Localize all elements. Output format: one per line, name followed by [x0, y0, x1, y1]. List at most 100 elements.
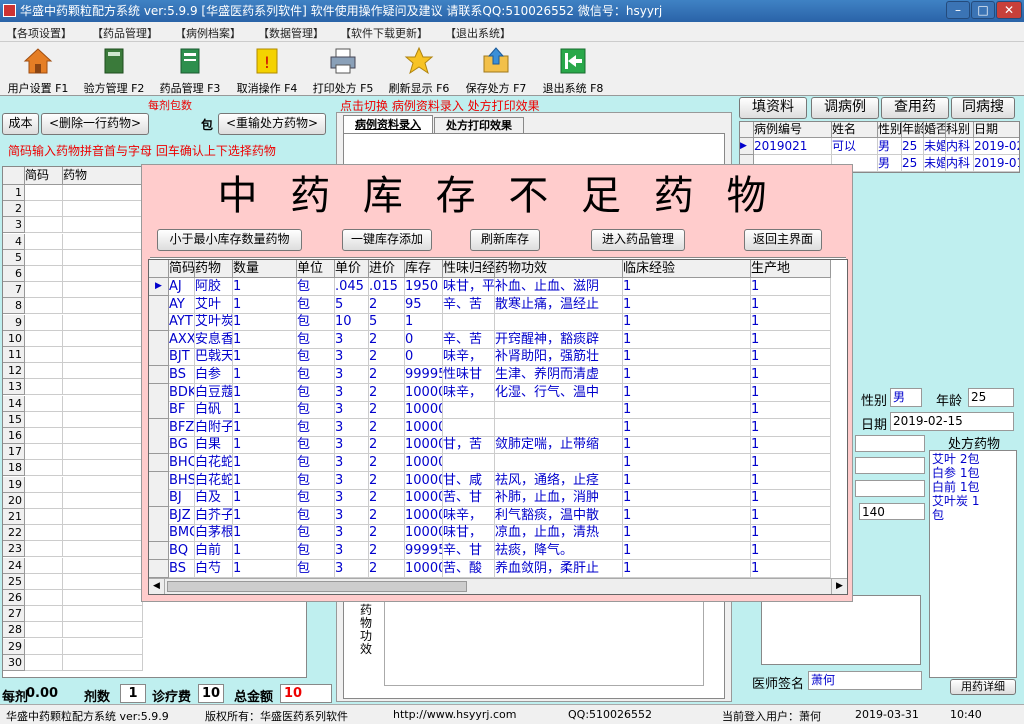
stock-cell[interactable]: 2	[369, 295, 405, 314]
tab-print-preview[interactable]: 处方打印效果	[434, 117, 524, 133]
code-cell[interactable]	[25, 379, 63, 396]
stock-cell[interactable]: 包	[297, 559, 335, 578]
stock-cell[interactable]: 1	[751, 559, 831, 578]
stock-cell[interactable]: 阿胶	[195, 278, 233, 296]
stock-cell[interactable]: 味甘，平	[443, 278, 495, 296]
code-cell[interactable]	[25, 428, 63, 444]
stock-cell[interactable]: 5	[369, 313, 405, 332]
stock-cell[interactable]: 白豆蔻	[195, 383, 233, 402]
code-cell[interactable]	[25, 233, 63, 250]
stock-cell[interactable]: 2	[369, 418, 405, 437]
stock-cell[interactable]: 2	[369, 471, 405, 490]
stock-cell[interactable]	[443, 401, 495, 420]
stock-cell[interactable]: 包	[297, 348, 335, 367]
code-cell[interactable]	[25, 541, 63, 558]
code-cell[interactable]	[25, 638, 63, 655]
prescription-management-button[interactable]: 验方管理 F2	[80, 44, 148, 95]
drug-cell[interactable]	[63, 201, 143, 218]
stock-cell[interactable]: 1	[623, 524, 751, 543]
case-cell[interactable]: 2019-02	[974, 138, 1019, 155]
stock-cell[interactable]: 1	[623, 330, 751, 349]
stock-cell[interactable]: 1	[233, 542, 297, 560]
stock-cell[interactable]: 辛、苦	[443, 330, 495, 349]
code-cell[interactable]	[25, 185, 63, 201]
stock-cell[interactable]: 1	[233, 366, 297, 384]
stock-cell[interactable]: 1	[751, 330, 831, 349]
stock-cell[interactable]: 包	[297, 313, 335, 332]
stock-cell[interactable]: .015	[369, 278, 405, 296]
stock-cell[interactable]: BS	[169, 366, 195, 384]
stock-cell[interactable]: 味甘，	[443, 524, 495, 543]
drug-cell[interactable]	[63, 314, 143, 331]
stock-cell[interactable]: 包	[297, 418, 335, 437]
stock-cell[interactable]: 祛痰，降气。	[495, 542, 623, 560]
close-button[interactable]: ✕	[996, 1, 1022, 19]
stock-cell[interactable]	[495, 313, 623, 332]
stock-cell[interactable]: 艾叶炭	[195, 313, 233, 332]
stock-cell[interactable]: 2	[369, 383, 405, 402]
reload-prescription-button[interactable]: <重输处方药物>	[218, 113, 326, 135]
stock-cell[interactable]: 性味甘	[443, 366, 495, 384]
stock-cell[interactable]: 白附子	[195, 418, 233, 437]
cancel-operation-button[interactable]: ! 取消操作 F4	[232, 44, 302, 95]
stock-cell[interactable]: 1	[751, 489, 831, 508]
drug-cell[interactable]	[63, 525, 143, 542]
stock-cell[interactable]: 10000	[405, 418, 443, 437]
stock-cell[interactable]: BHS	[169, 471, 195, 490]
stock-cell[interactable]: 10000	[405, 401, 443, 420]
stock-cell[interactable]: 包	[297, 383, 335, 402]
stock-cell[interactable]: BG	[169, 436, 195, 455]
stock-cell[interactable]: 1	[623, 383, 751, 402]
stock-cell[interactable]: 2	[369, 401, 405, 420]
stock-cell[interactable]: 99995	[405, 542, 443, 560]
stock-cell[interactable]: 祛风，通络，止痉	[495, 471, 623, 490]
stock-cell[interactable]: 10000	[405, 559, 443, 578]
weight-field[interactable]: 140	[859, 503, 925, 520]
cost-button[interactable]: 成本	[2, 113, 39, 135]
stock-cell[interactable]	[443, 313, 495, 332]
stock-cell[interactable]: 包	[297, 471, 335, 490]
stock-cell[interactable]: 2	[369, 489, 405, 508]
drug-cell[interactable]	[63, 266, 143, 282]
stock-cell[interactable]: BHC	[169, 454, 195, 472]
stock-cell[interactable]: 1	[233, 559, 297, 578]
load-case-button[interactable]: 调病例	[811, 97, 879, 119]
menu-settings[interactable]: 【各项设置】	[6, 25, 72, 41]
stock-cell[interactable]: 1	[623, 471, 751, 490]
code-cell[interactable]	[25, 525, 63, 542]
stock-cell[interactable]: 1	[233, 295, 297, 314]
code-cell[interactable]	[25, 509, 63, 525]
code-cell[interactable]	[25, 330, 63, 347]
stock-cell[interactable]: 1	[751, 506, 831, 525]
case-cell[interactable]: 男	[878, 138, 902, 155]
stock-cell[interactable]: 2	[369, 348, 405, 367]
stock-cell[interactable]: 白花蛇	[195, 471, 233, 490]
stock-cell[interactable]: 1	[623, 295, 751, 314]
low-stock-grid[interactable]: 简码 药物 数量 单位 单价 进价 库存 性味归经 药物功效 临床经验 生产地 ▶ AJ 阿胶 1 包 .045…	[148, 259, 848, 595]
maximize-button[interactable]: □	[971, 1, 995, 19]
scroll-left-arrow-icon[interactable]: ◀	[149, 579, 165, 594]
stock-cell[interactable]: 1	[233, 401, 297, 420]
case-cell[interactable]: 男	[878, 155, 902, 172]
stock-cell[interactable]: BMG	[169, 524, 195, 543]
code-cell[interactable]	[25, 314, 63, 331]
info-field-2[interactable]	[855, 457, 925, 474]
return-main-button[interactable]: 返回主界面	[744, 229, 822, 251]
stock-cell[interactable]: 1	[405, 313, 443, 332]
stock-cell[interactable]: 白花蛇	[195, 454, 233, 472]
stock-cell[interactable]: 1	[233, 506, 297, 525]
drug-cell[interactable]	[63, 541, 143, 558]
stock-cell[interactable]: 味辛，	[443, 506, 495, 525]
stock-cell[interactable]: 1	[233, 471, 297, 490]
case-cell[interactable]: 2019021	[754, 138, 832, 155]
stock-cell[interactable]: 包	[297, 489, 335, 508]
stock-cell[interactable]: AXX	[169, 330, 195, 349]
stock-cell[interactable]: 10000	[405, 524, 443, 543]
stock-cell[interactable]: 白及	[195, 489, 233, 508]
drug-cell[interactable]	[63, 411, 143, 428]
stock-cell[interactable]: BF	[169, 401, 195, 420]
drug-cell[interactable]	[63, 379, 143, 396]
drug-detail-button[interactable]: 用药详细	[950, 679, 1016, 695]
stock-cell[interactable]: 白芍	[195, 559, 233, 578]
stock-cell[interactable]: BFZ	[169, 418, 195, 437]
